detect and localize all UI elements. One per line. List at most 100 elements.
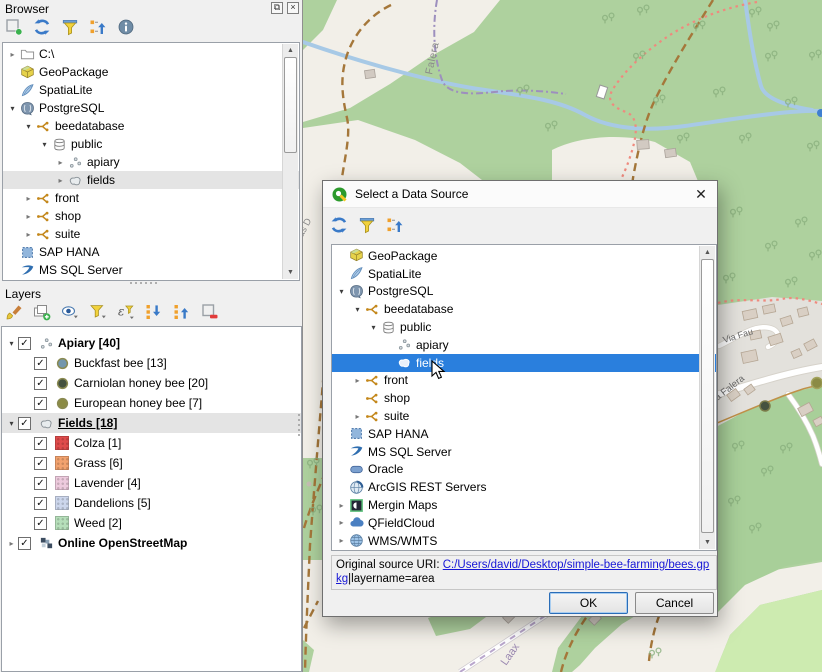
tree-item-buckfast-bee-13[interactable]: ✓Buckfast bee [13] — [2, 353, 301, 373]
chevron-right-icon[interactable]: ▸ — [335, 536, 348, 545]
close-icon[interactable]: ✕ — [685, 181, 717, 207]
visibility-checkbox[interactable]: ✓ — [34, 397, 47, 410]
tree-item-geopackage[interactable]: GeoPackage — [332, 247, 716, 265]
chevron-right-icon[interactable]: ▸ — [5, 539, 18, 548]
visibility-checkbox[interactable]: ✓ — [34, 457, 47, 470]
add-group-button[interactable] — [32, 303, 52, 323]
chevron-down-icon[interactable]: ▾ — [38, 140, 51, 149]
tree-item-weed-2[interactable]: ✓Weed [2] — [2, 513, 301, 533]
chevron-down-icon[interactable]: ▾ — [22, 122, 35, 131]
visibility-checkbox[interactable]: ✓ — [18, 417, 31, 430]
tree-item-carniolan-honey-bee-20[interactable]: ✓Carniolan honey bee [20] — [2, 373, 301, 393]
collapse-all-button[interactable] — [172, 303, 192, 323]
ok-button[interactable]: OK — [549, 592, 628, 614]
tree-item-postgresql[interactable]: ▾PostgreSQL — [332, 283, 716, 301]
float-panel-icon[interactable]: ⧉ — [271, 2, 283, 14]
tree-item-dandelions-5[interactable]: ✓Dandelions [5] — [2, 493, 301, 513]
tree-item-online-openstreetmap[interactable]: ▸✓Online OpenStreetMap — [2, 533, 301, 553]
tree-item-shop[interactable]: shop — [332, 389, 716, 407]
chevron-right-icon[interactable]: ▸ — [351, 412, 364, 421]
collapse-tree-button[interactable] — [385, 216, 405, 236]
filter-button[interactable] — [357, 216, 377, 236]
visibility-checkbox[interactable]: ✓ — [34, 437, 47, 450]
visibility-checkbox[interactable]: ✓ — [18, 337, 31, 350]
chevron-right-icon[interactable]: ▸ — [335, 501, 348, 510]
info-button[interactable] — [116, 18, 136, 38]
tree-item-front[interactable]: ▸front — [3, 189, 299, 207]
dock-map-splitter[interactable] — [298, 414, 300, 436]
collapse-tree-button[interactable] — [88, 18, 108, 38]
scrollbar-thumb[interactable] — [284, 57, 297, 153]
scrollbar-thumb[interactable] — [701, 259, 714, 533]
close-panel-icon[interactable]: × — [287, 2, 299, 14]
tree-item-suite[interactable]: ▸suite — [3, 225, 299, 243]
chevron-down-icon[interactable]: ▾ — [6, 104, 19, 113]
visibility-checkbox[interactable]: ✓ — [34, 357, 47, 370]
chevron-right-icon[interactable]: ▸ — [22, 194, 35, 203]
dialog-scrollbar[interactable]: ▲ ▼ — [699, 246, 715, 549]
chevron-right-icon[interactable]: ▸ — [54, 176, 67, 185]
chevron-right-icon[interactable]: ▸ — [22, 230, 35, 239]
tree-item-lavender-4[interactable]: ✓Lavender [4] — [2, 473, 301, 493]
visibility-checkbox[interactable]: ✓ — [34, 497, 47, 510]
visibility-checkbox[interactable]: ✓ — [34, 377, 47, 390]
tree-item-geopackage[interactable]: GeoPackage — [3, 63, 299, 81]
scroll-down-icon[interactable]: ▼ — [700, 536, 715, 549]
tree-item-apiary-40[interactable]: ▾✓Apiary [40] — [2, 333, 301, 353]
chevron-down-icon[interactable]: ▾ — [335, 287, 348, 296]
chevron-down-icon[interactable]: ▾ — [5, 339, 18, 348]
tree-item-fields[interactable]: fields — [332, 354, 716, 372]
chevron-down-icon[interactable]: ▾ — [367, 323, 380, 332]
chevron-right-icon[interactable]: ▸ — [335, 518, 348, 527]
browser-scrollbar[interactable]: ▲ ▼ — [282, 44, 298, 279]
add-layer-button[interactable] — [4, 18, 24, 38]
tree-item-ms-sql-server[interactable]: MS SQL Server — [332, 443, 716, 461]
filter-expression-button[interactable]: ε — [116, 303, 136, 323]
filter-button[interactable] — [60, 18, 80, 38]
tree-item-suite[interactable]: ▸suite — [332, 407, 716, 425]
tree-item-fields-18[interactable]: ▾✓Fields [18] — [2, 413, 301, 433]
tree-item-arcgis-rest-servers[interactable]: ArcGIS REST Servers — [332, 478, 716, 496]
tree-item-beedatabase[interactable]: ▾beedatabase — [3, 117, 299, 135]
tree-item-sap-hana[interactable]: SAP HANA — [332, 425, 716, 443]
tree-item-c[interactable]: ▸C:\ — [3, 45, 299, 63]
chevron-right-icon[interactable]: ▸ — [22, 212, 35, 221]
tree-item-grass-6[interactable]: ✓Grass [6] — [2, 453, 301, 473]
tree-item-spatialite[interactable]: SpatiaLite — [3, 81, 299, 99]
tree-item-colza-1[interactable]: ✓Colza [1] — [2, 433, 301, 453]
tree-item-public[interactable]: ▾public — [332, 318, 716, 336]
tree-item-qfieldcloud[interactable]: ▸QFieldCloud — [332, 514, 716, 532]
cancel-button[interactable]: Cancel — [635, 592, 714, 614]
chevron-down-icon[interactable]: ▾ — [351, 305, 364, 314]
scroll-up-icon[interactable]: ▲ — [700, 246, 715, 259]
tree-item-spatialite[interactable]: SpatiaLite — [332, 265, 716, 283]
tree-item-apiary[interactable]: ▸apiary — [3, 153, 299, 171]
scroll-down-icon[interactable]: ▼ — [283, 266, 298, 279]
themes-button[interactable] — [60, 303, 80, 323]
chevron-right-icon[interactable]: ▸ — [6, 50, 19, 59]
visibility-checkbox[interactable]: ✓ — [34, 477, 47, 490]
expand-all-button[interactable] — [144, 303, 164, 323]
scroll-up-icon[interactable]: ▲ — [283, 44, 298, 57]
tree-item-ms-sql-server[interactable]: MS SQL Server — [3, 261, 299, 279]
tree-item-oracle[interactable]: Oracle — [332, 461, 716, 479]
remove-layer-button[interactable] — [200, 303, 220, 323]
tree-item-front[interactable]: ▸front — [332, 372, 716, 390]
tree-item-european-honey-bee-7[interactable]: ✓European honey bee [7] — [2, 393, 301, 413]
chevron-right-icon[interactable]: ▸ — [351, 376, 364, 385]
refresh-button[interactable] — [32, 18, 52, 38]
filter-legend-button[interactable] — [88, 303, 108, 323]
tree-item-fields[interactable]: ▸fields — [3, 171, 299, 189]
chevron-right-icon[interactable]: ▸ — [54, 158, 67, 167]
visibility-checkbox[interactable]: ✓ — [34, 517, 47, 530]
tree-item-shop[interactable]: ▸shop — [3, 207, 299, 225]
refresh-button[interactable] — [329, 216, 349, 236]
visibility-checkbox[interactable]: ✓ — [18, 537, 31, 550]
tree-item-public[interactable]: ▾public — [3, 135, 299, 153]
chevron-down-icon[interactable]: ▾ — [5, 419, 18, 428]
panel-splitter[interactable] — [130, 282, 157, 284]
styling-button[interactable] — [4, 303, 24, 323]
tree-item-wms-wmts[interactable]: ▸WMS/WMTS — [332, 532, 716, 550]
tree-item-sap-hana[interactable]: SAP HANA — [3, 243, 299, 261]
tree-item-beedatabase[interactable]: ▾beedatabase — [332, 300, 716, 318]
